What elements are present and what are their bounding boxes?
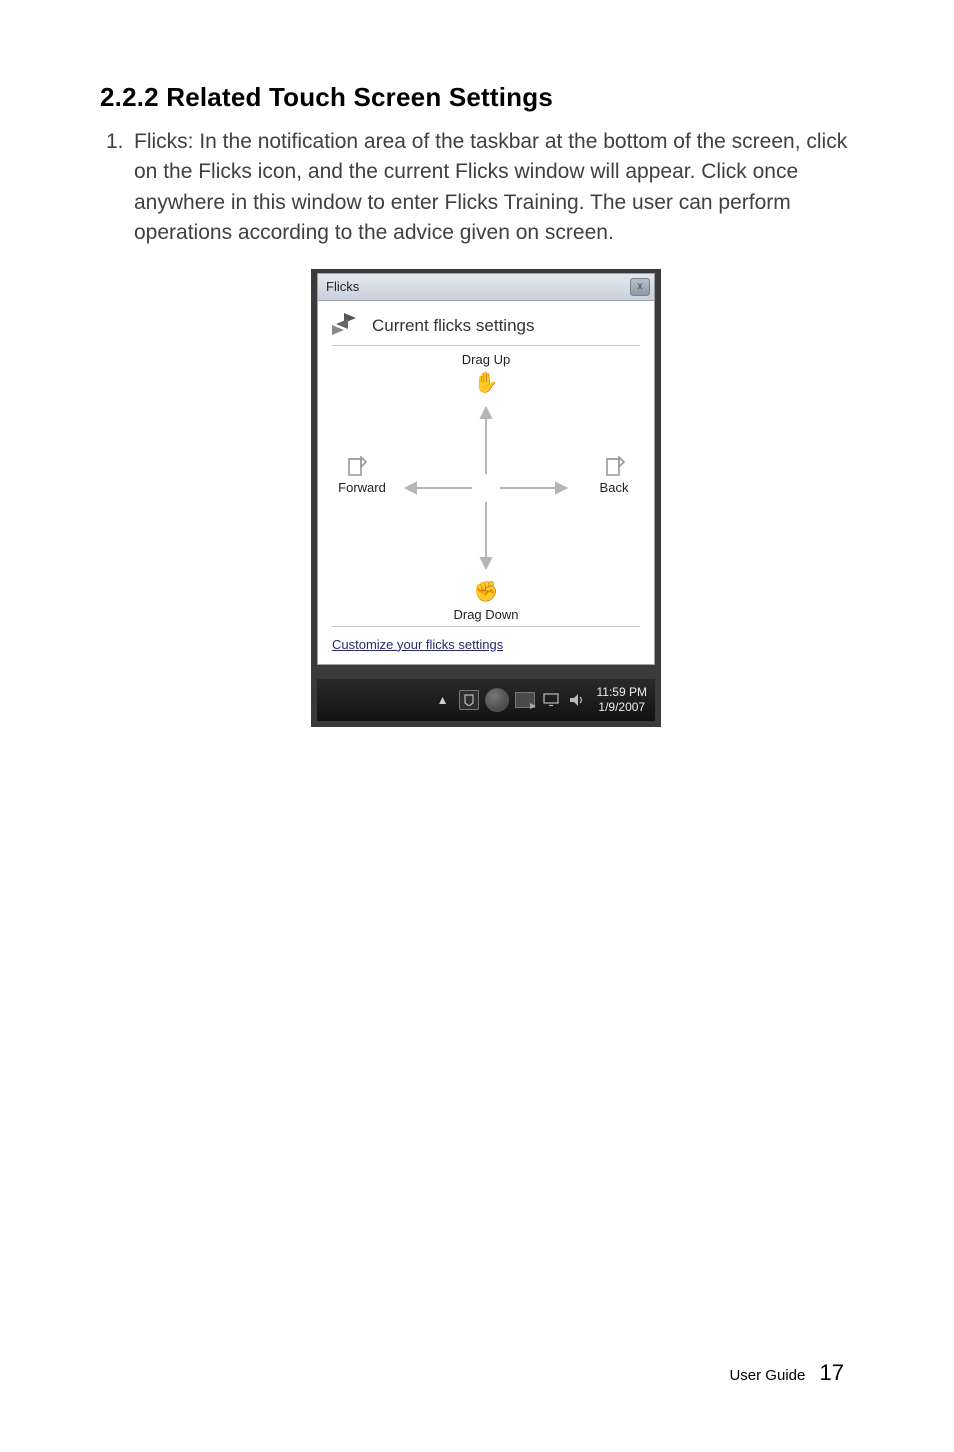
list-number: 1.: [106, 127, 124, 157]
flicks-window: Flicks x Current flicks settings: [317, 273, 655, 665]
section-heading: 2.2.2 Related Touch Screen Settings: [100, 82, 872, 113]
footer-label: User Guide: [729, 1367, 805, 1384]
document-page: 2.2.2 Related Touch Screen Settings 1. F…: [0, 0, 954, 1452]
back-icon: [604, 456, 626, 484]
volume-icon[interactable]: [567, 690, 587, 710]
flicks-diagram: Drag Up ✋ Forward Back ✊ Drag Down: [332, 352, 640, 622]
system-clock[interactable]: 11:59 PM 1/9/2007: [597, 685, 647, 715]
drag-down-icon: ✊: [474, 579, 499, 604]
window-subtitle: Current flicks settings: [372, 316, 535, 336]
clock-time: 11:59 PM: [597, 685, 647, 700]
clock-date: 1/9/2007: [597, 700, 647, 715]
list-text: Flicks: In the notification area of the …: [134, 130, 847, 244]
list-item-1: 1. Flicks: In the notification area of t…: [100, 127, 872, 249]
label-down: Drag Down: [453, 607, 518, 622]
display-icon[interactable]: [541, 690, 561, 710]
separator: [332, 345, 640, 346]
tray-expand-icon[interactable]: ▲: [437, 693, 449, 707]
action-center-icon[interactable]: [459, 690, 479, 710]
close-icon: x: [638, 282, 643, 292]
window-header-row: Current flicks settings: [332, 313, 640, 339]
window-title: Flicks: [326, 279, 359, 294]
taskbar: ▲ 11:59 PM 1/9/2007: [317, 679, 655, 721]
screenshot-figure: Flicks x Current flicks settings: [311, 269, 661, 727]
window-body[interactable]: Current flicks settings Drag Up ✋ Forwar…: [318, 301, 654, 664]
customize-link[interactable]: Customize your flicks settings: [332, 637, 503, 652]
separator-2: [332, 626, 640, 627]
close-button[interactable]: x: [630, 278, 650, 296]
page-footer: User Guide 17: [729, 1360, 844, 1386]
flicks-tray-icon[interactable]: [515, 692, 535, 708]
flicks-logo-icon: [332, 313, 362, 339]
page-number: 17: [820, 1360, 844, 1385]
figure-container: Flicks x Current flicks settings: [100, 269, 872, 727]
window-titlebar: Flicks x: [318, 274, 654, 301]
drag-up-icon: ✋: [474, 370, 499, 395]
direction-arrows-icon: [386, 404, 586, 574]
forward-icon: [346, 456, 368, 484]
label-up: Drag Up: [462, 352, 510, 367]
network-icon[interactable]: [485, 688, 509, 712]
